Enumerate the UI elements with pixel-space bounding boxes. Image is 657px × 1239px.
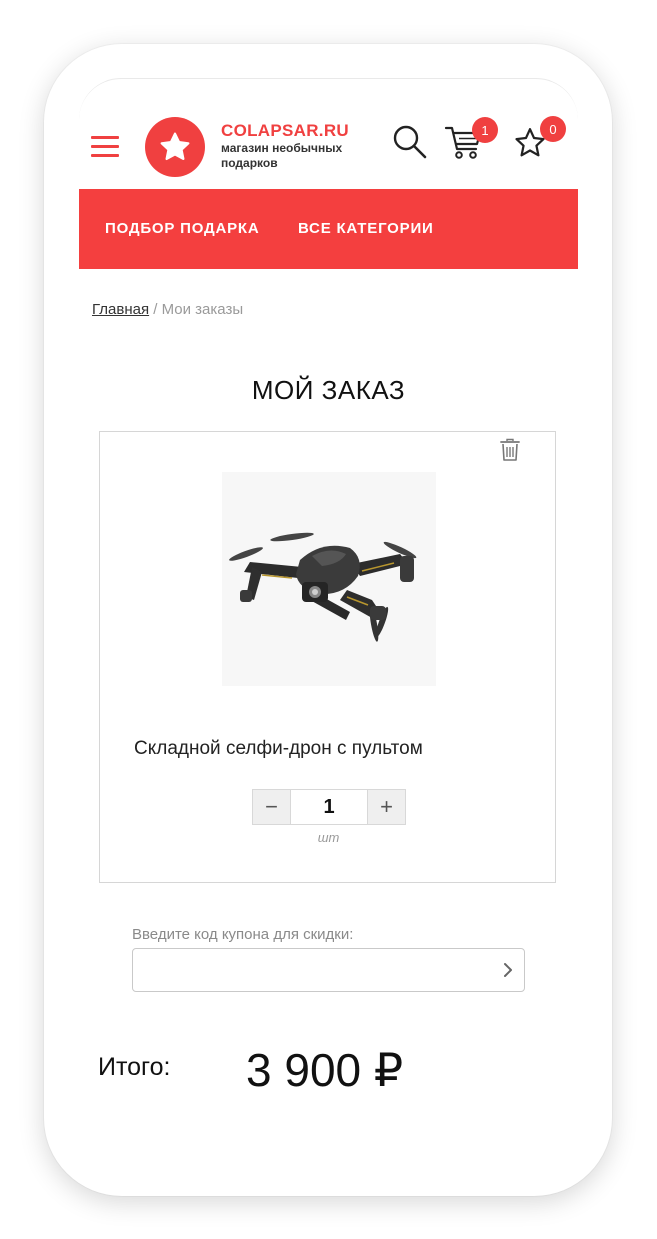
product-name[interactable]: Складной селфи-дрон с пультом [134,738,423,760]
main-navigation: ПОДБОР ПОДАРКА ВСЕ КАТЕГОРИИ [79,189,578,269]
logo-name[interactable]: COLAPSAR.RU [221,121,349,141]
decrease-quantity-button[interactable]: − [253,790,290,824]
increase-quantity-button[interactable]: + [368,790,405,824]
favorites-count-badge: 0 [540,116,566,142]
page-title: МОЙ ЗАКАЗ [251,375,406,405]
header: COLAPSAR.RU магазин необычных подарков 1 [79,79,578,189]
coupon-field-wrapper [132,948,525,992]
nav-item-gift-finder[interactable]: ПОДБОР ПОДАРКА [105,220,260,237]
hamburger-menu-icon[interactable] [91,136,119,158]
logo-tagline: магазин необычных подарков [221,141,343,170]
order-item-card: Складной селфи-дрон с пультом − 1 + шт [99,431,556,883]
screen: COLAPSAR.RU магазин необычных подарков 1 [79,78,578,1164]
quantity-unit: шт [317,830,340,845]
breadcrumb: Главная / Мои заказы [92,301,243,318]
coupon-label: Введите код купона для скидки: [132,926,354,943]
coupon-input[interactable] [133,949,483,991]
breadcrumb-current: Мои заказы [161,301,244,318]
cart-count-badge: 1 [472,117,498,143]
quantity-stepper: − 1 + [252,789,406,825]
quantity-value[interactable]: 1 [290,790,368,824]
total-label: Итого: [98,1053,171,1081]
total-value: 3 900 ₽ [246,1044,404,1096]
breadcrumb-separator: / [153,301,158,318]
trash-icon[interactable] [499,438,521,467]
nav-item-all-categories[interactable]: ВСЕ КАТЕГОРИИ [298,220,434,237]
search-icon[interactable] [391,123,429,166]
logo-star-icon[interactable] [145,117,205,177]
breadcrumb-home-link[interactable]: Главная [92,301,149,318]
chevron-right-icon[interactable] [502,961,514,984]
drone-image[interactable] [222,472,436,686]
